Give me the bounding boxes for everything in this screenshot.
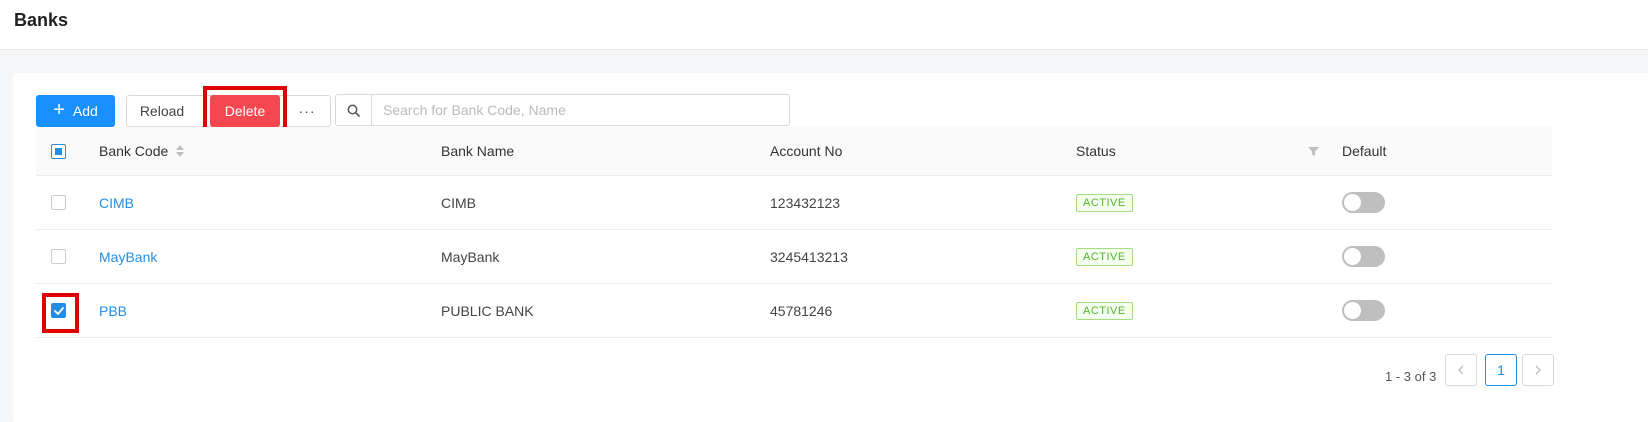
next-page-button[interactable]: [1522, 354, 1554, 386]
sort-icon[interactable]: [176, 145, 185, 157]
default-toggle[interactable]: [1342, 192, 1385, 213]
page-1-button[interactable]: 1: [1485, 354, 1517, 386]
pagination-info: 1 - 3 of 3: [1385, 369, 1437, 384]
search-icon: [347, 104, 360, 117]
plus-icon: +: [53, 99, 65, 121]
page-title: Banks: [14, 10, 69, 30]
search-input[interactable]: [373, 95, 789, 125]
chevron-left-icon: [1458, 365, 1464, 375]
bank-code-link[interactable]: PBB: [99, 284, 127, 337]
row-checkbox[interactable]: [51, 303, 66, 318]
table-header: Bank Code Bank Name Account No Status De…: [36, 127, 1552, 176]
table-row: CIMB CIMB 123432123 ACTIVE: [36, 176, 1552, 230]
default-toggle[interactable]: [1342, 246, 1385, 267]
status-badge: ACTIVE: [1076, 301, 1133, 320]
select-all-checkbox[interactable]: [51, 143, 66, 159]
reload-button[interactable]: Reload: [127, 95, 197, 127]
delete-button[interactable]: Delete: [210, 95, 280, 127]
row-checkbox[interactable]: [51, 195, 66, 210]
add-button-label: Add: [72, 103, 98, 119]
row-checkbox[interactable]: [51, 249, 66, 264]
bank-code-link[interactable]: CIMB: [99, 176, 134, 229]
page-header: Banks: [0, 0, 1648, 50]
account-no: 3245413213: [770, 248, 848, 265]
column-header-account-no: Account No: [770, 143, 843, 159]
column-header-bank-code[interactable]: Bank Code: [99, 127, 185, 175]
bank-name: PUBLIC BANK: [441, 302, 534, 319]
more-button[interactable]: ···: [284, 95, 330, 127]
table-row: PBB PUBLIC BANK 45781246 ACTIVE: [36, 284, 1552, 338]
bank-name: CIMB: [441, 194, 476, 211]
checkmark-icon: [53, 306, 64, 315]
default-toggle[interactable]: [1342, 300, 1385, 321]
column-header-default: Default: [1342, 143, 1387, 159]
column-header-bank-name: Bank Name: [441, 143, 515, 159]
content-card: + Add Reload ··· Delete Bank Code: [13, 73, 1648, 422]
add-button[interactable]: + Add: [36, 95, 115, 127]
account-no: 45781246: [770, 302, 833, 319]
search-button[interactable]: [336, 95, 372, 125]
bank-name: MayBank: [441, 248, 500, 265]
status-badge: ACTIVE: [1076, 247, 1133, 266]
status-badge: ACTIVE: [1076, 193, 1133, 212]
table-row: MayBank MayBank 3245413213 ACTIVE: [36, 230, 1552, 284]
ellipsis-icon: ···: [298, 103, 316, 119]
search-box: [335, 94, 790, 126]
account-no: 123432123: [770, 194, 841, 211]
column-header-status: Status: [1076, 143, 1116, 159]
bank-code-link[interactable]: MayBank: [99, 230, 157, 283]
chevron-right-icon: [1535, 365, 1541, 375]
prev-page-button[interactable]: [1445, 354, 1477, 386]
filter-icon[interactable]: [1308, 146, 1319, 157]
column-header-label: Bank Code: [99, 143, 169, 159]
